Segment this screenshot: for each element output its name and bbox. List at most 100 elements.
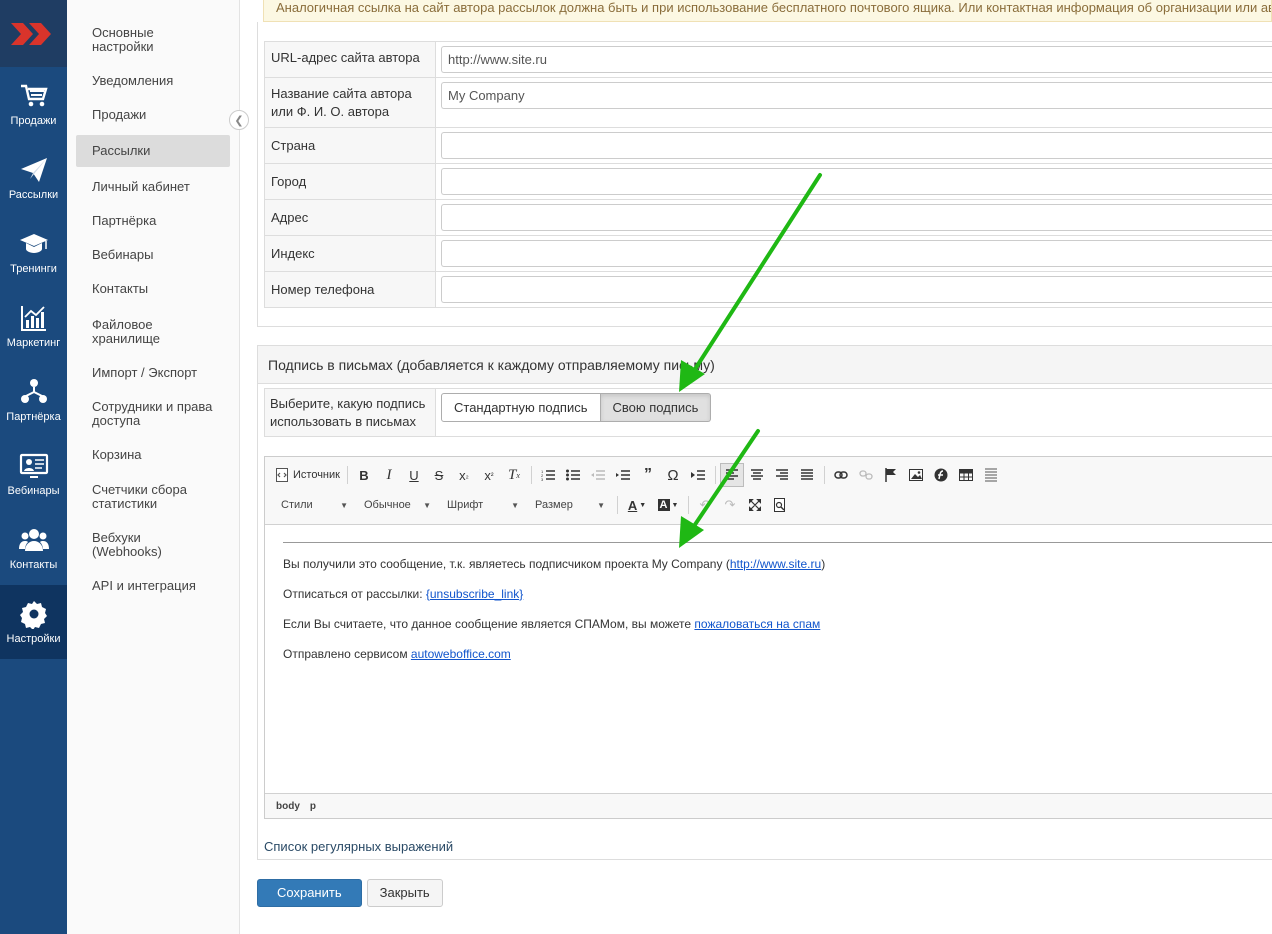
insert-block-icon[interactable] xyxy=(686,463,710,487)
signature-heading: Подпись в письмах (добавляется к каждому… xyxy=(258,346,1272,384)
align-left-icon[interactable] xyxy=(719,463,744,487)
subnav-item-partners[interactable]: Партнёрка xyxy=(76,207,230,235)
format-select[interactable]: Обычное ▼ xyxy=(356,494,435,516)
rail-item-contacts[interactable]: Контакты xyxy=(0,511,67,585)
remove-format-icon[interactable]: Tx xyxy=(502,463,526,487)
subnav-item-import-export[interactable]: Импорт / Экспорт xyxy=(76,359,230,387)
align-justify-icon[interactable] xyxy=(795,463,819,487)
editor-content-area[interactable]: Вы получили это сообщение, т.к. являетес… xyxy=(265,525,1272,795)
blockquote-icon[interactable]: ” xyxy=(636,463,660,487)
phone-input[interactable] xyxy=(441,276,1272,303)
bulleted-list-icon[interactable] xyxy=(561,463,585,487)
author-info-panel: URL-адрес сайта автора http://www.site.r… xyxy=(257,22,1272,327)
form-row: Страна xyxy=(264,127,1272,164)
text-color-icon[interactable]: A ▼ xyxy=(622,493,652,517)
graduation-cap-icon xyxy=(19,234,48,253)
unlink-icon[interactable] xyxy=(854,463,878,487)
site-link[interactable]: http://www.site.ru xyxy=(730,557,821,571)
regex-list-link[interactable]: Список регулярных выражений xyxy=(264,839,453,854)
subnav-item-api[interactable]: API и интеграция xyxy=(76,572,230,600)
report-spam-link[interactable]: пожаловаться на спам xyxy=(694,617,820,631)
network-icon xyxy=(20,379,47,403)
city-input[interactable] xyxy=(441,168,1272,195)
subnav-item-webinars[interactable]: Вебинары xyxy=(76,241,230,269)
rail-item-mailings[interactable]: Рассылки xyxy=(0,141,67,215)
site-name-input[interactable]: My Company xyxy=(441,82,1272,109)
rail-item-marketing[interactable]: Маркетинг xyxy=(0,289,67,363)
subnav-item-notifications[interactable]: Уведомления xyxy=(76,67,230,95)
underline-icon[interactable]: U xyxy=(402,463,426,487)
path-body[interactable]: body xyxy=(276,801,300,812)
size-select[interactable]: Размер ▼ xyxy=(527,494,609,516)
table-icon[interactable] xyxy=(954,463,978,487)
flash-icon[interactable] xyxy=(929,463,953,487)
custom-signature-button[interactable]: Свою подпись xyxy=(600,393,712,422)
caret-down-icon: ▼ xyxy=(423,500,431,510)
indent-icon[interactable] xyxy=(611,463,635,487)
main-content: Аналогичная ссылка на сайт автора рассыл… xyxy=(257,0,1272,934)
logo[interactable] xyxy=(0,0,67,67)
rail-item-partners[interactable]: Партнёрка xyxy=(0,363,67,437)
author-url-input[interactable]: http://www.site.ru xyxy=(441,46,1272,73)
subnav-item-mailings[interactable]: Рассылки xyxy=(76,135,230,167)
font-select[interactable]: Шрифт ▼ xyxy=(439,494,523,516)
service-link[interactable]: autowebofficе.com xyxy=(411,647,511,661)
special-char-icon[interactable]: Ω xyxy=(661,463,685,487)
source-icon xyxy=(276,468,288,482)
bold-icon[interactable]: B xyxy=(352,463,376,487)
save-button[interactable]: Сохранить xyxy=(257,879,362,907)
rail-item-settings[interactable]: Настройки xyxy=(0,585,67,659)
maximize-icon[interactable] xyxy=(743,493,767,517)
rail-label: Контакты xyxy=(9,559,58,571)
align-right-icon[interactable] xyxy=(770,463,794,487)
path-p[interactable]: p xyxy=(310,801,316,812)
country-input[interactable] xyxy=(441,132,1272,159)
source-label: Источник xyxy=(293,469,340,481)
caret-down-icon: ▼ xyxy=(340,500,348,510)
anchor-flag-icon[interactable] xyxy=(879,463,903,487)
numbered-list-icon[interactable]: 123 xyxy=(536,463,560,487)
subnav-item-stat-counters[interactable]: Счетчики сбора статистики xyxy=(76,476,230,518)
align-center-icon[interactable] xyxy=(745,463,769,487)
signature-choice-label: Выберите, какую подпись использовать в п… xyxy=(265,389,436,436)
standard-signature-button[interactable]: Стандартную подпись xyxy=(441,393,601,422)
horizontal-rule-icon[interactable] xyxy=(979,463,1003,487)
source-button[interactable]: Источник xyxy=(273,463,343,487)
outdent-icon[interactable] xyxy=(586,463,610,487)
subnav-item-trash[interactable]: Корзина xyxy=(76,441,230,469)
field-label-site-name: Название сайта автора или Ф. И. О. автор… xyxy=(264,77,436,128)
image-icon[interactable] xyxy=(904,463,928,487)
subnav-item-account[interactable]: Личный кабинет xyxy=(76,173,230,201)
styles-select[interactable]: Стили ▼ xyxy=(273,494,352,516)
subnav-item-file-storage[interactable]: Файловое хранилище xyxy=(76,311,230,353)
address-input[interactable] xyxy=(441,204,1272,231)
undo-icon[interactable]: ↶ xyxy=(693,493,717,517)
signature-panel: Подпись в письмах (добавляется к каждому… xyxy=(257,345,1272,860)
rail-item-webinars[interactable]: Вебинары xyxy=(0,437,67,511)
subscript-icon[interactable]: x₂ xyxy=(452,463,476,487)
subnav-item-staff-access[interactable]: Сотрудники и права доступа xyxy=(76,393,230,435)
bg-color-icon[interactable]: A ▼ xyxy=(653,493,683,517)
rail-item-sales[interactable]: Продажи xyxy=(0,67,67,141)
preview-icon[interactable] xyxy=(768,493,792,517)
zip-input[interactable] xyxy=(441,240,1272,267)
paper-plane-icon xyxy=(20,158,47,182)
close-button[interactable]: Закрыть xyxy=(366,879,443,907)
font-select-label: Шрифт xyxy=(447,499,484,511)
link-icon[interactable] xyxy=(829,463,853,487)
sidebar-collapse-button[interactable]: ❮ xyxy=(229,110,249,130)
strikethrough-icon[interactable]: S xyxy=(427,463,451,487)
superscript-icon[interactable]: x² xyxy=(477,463,501,487)
redo-icon[interactable]: ↷ xyxy=(718,493,742,517)
subnav-item-sales[interactable]: Продажи xyxy=(76,101,230,129)
form-row: URL-адрес сайта автора http://www.site.r… xyxy=(264,41,1272,78)
subnav-item-contacts[interactable]: Контакты xyxy=(76,275,230,303)
unsubscribe-link[interactable]: {unsubscribe_link} xyxy=(426,587,523,601)
subnav-item-basic-settings[interactable]: Основные настройки xyxy=(76,19,230,61)
rail-item-trainings[interactable]: Тренинги xyxy=(0,215,67,289)
editor-toolbar: Источник B I U S x₂ x² Tx 123 ” Ω Стили … xyxy=(265,457,1272,525)
italic-icon[interactable]: I xyxy=(377,463,401,487)
rail-label: Тренинги xyxy=(10,263,57,275)
form-row: Адрес xyxy=(264,199,1272,236)
subnav-item-webhooks[interactable]: Вебхуки (Webhooks) xyxy=(76,524,230,566)
